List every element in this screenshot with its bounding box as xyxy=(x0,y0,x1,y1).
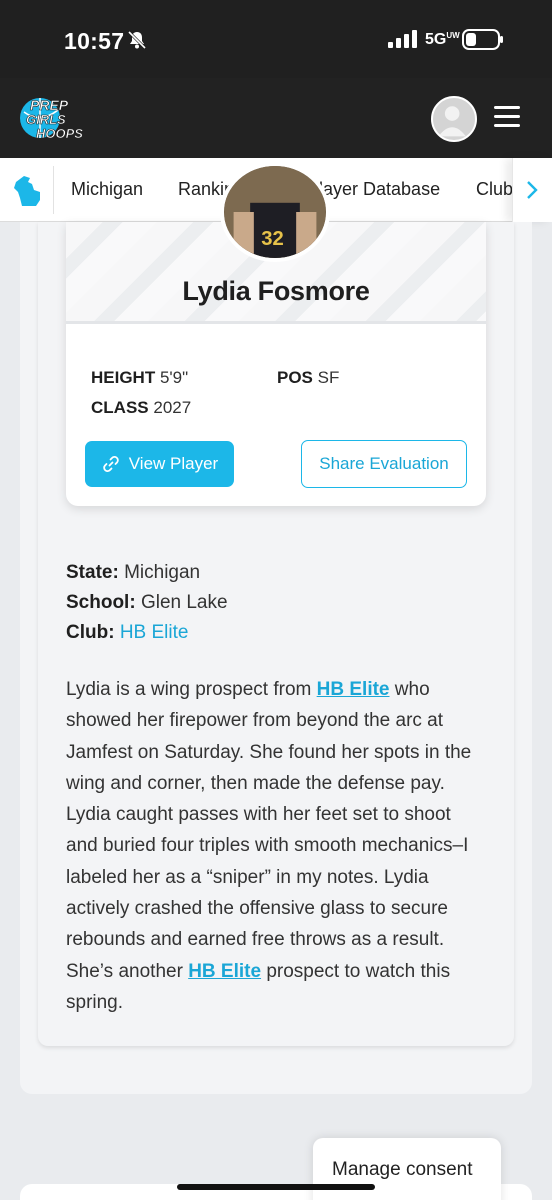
view-player-button[interactable]: View Player xyxy=(85,441,234,487)
svg-text:HOOPS: HOOPS xyxy=(36,126,83,141)
meta-state: State: Michigan xyxy=(66,562,200,584)
meta-state-label: State: xyxy=(66,562,119,583)
evaluation-text-part-2: who showed her firepower from beyond the… xyxy=(66,679,472,982)
meta-school: School: Glen Lake xyxy=(66,592,228,614)
nav-item-club[interactable]: Club xyxy=(476,179,513,200)
meta-club-label: Club: xyxy=(66,622,115,643)
chevron-right-icon xyxy=(527,181,538,199)
nav-scroll-right-button[interactable] xyxy=(512,158,552,222)
svg-text:PREP: PREP xyxy=(30,97,69,113)
meta-state-value: Michigan xyxy=(124,562,201,583)
home-indicator[interactable] xyxy=(177,1184,375,1190)
user-silhouette-icon xyxy=(438,106,466,137)
evaluation-text-part-1: Lydia is a wing prospect from xyxy=(66,679,317,700)
link-icon xyxy=(103,456,119,472)
player-photo-image: 32 xyxy=(224,166,326,258)
network-type: 5GUW xyxy=(425,31,460,48)
view-player-label: View Player xyxy=(128,454,219,473)
user-avatar-button[interactable] xyxy=(431,96,477,142)
meta-school-label: School: xyxy=(66,592,136,613)
hb-elite-link-2[interactable]: HB Elite xyxy=(188,961,261,982)
stat-pos-value: SF xyxy=(317,368,340,387)
player-photo: 32 xyxy=(220,162,330,262)
stat-height: HEIGHT 5'9" xyxy=(91,368,188,388)
evaluation-text: Lydia is a wing prospect from HB Elite w… xyxy=(66,674,486,1018)
status-bar: 10:57 5GUW xyxy=(0,0,552,78)
michigan-state-icon[interactable] xyxy=(12,172,44,208)
stat-position: POS SF xyxy=(277,368,339,388)
hb-elite-link-1[interactable]: HB Elite xyxy=(317,679,390,700)
status-time: 10:57 xyxy=(64,28,125,54)
stat-height-value: 5'9" xyxy=(159,368,189,387)
meta-school-value: Glen Lake xyxy=(140,592,228,613)
manage-consent-label: Manage consent xyxy=(332,1159,473,1180)
player-name: Lydia Fosmore xyxy=(182,276,370,306)
stat-pos-label: POS xyxy=(277,368,313,387)
player-card: 32 Lydia Fosmore HEIGHT 5'9" POS SF CLAS… xyxy=(66,162,486,506)
svg-text:GIRLS: GIRLS xyxy=(26,112,66,127)
battery-icon xyxy=(462,29,503,50)
stat-class-value: 2027 xyxy=(153,398,192,417)
player-card-header: 32 Lydia Fosmore xyxy=(66,162,486,324)
evaluation-panel: 32 Lydia Fosmore HEIGHT 5'9" POS SF CLAS… xyxy=(38,162,514,1046)
signal-icon xyxy=(388,30,417,48)
manage-consent-button[interactable]: Manage consent xyxy=(313,1138,501,1200)
svg-text:32: 32 xyxy=(261,228,284,250)
club-link[interactable]: HB Elite xyxy=(120,622,189,643)
share-evaluation-button[interactable]: Share Evaluation xyxy=(301,440,467,488)
nav-item-michigan[interactable]: Michigan xyxy=(71,179,143,200)
bell-muted-icon xyxy=(127,30,147,50)
hamburger-menu-button[interactable] xyxy=(494,106,520,128)
stat-class-label: CLASS xyxy=(91,398,149,417)
stat-height-label: HEIGHT xyxy=(91,368,156,387)
prep-girls-hoops-logo[interactable]: PREP GIRLS HOOPS xyxy=(18,94,98,142)
article-card: 32 Lydia Fosmore HEIGHT 5'9" POS SF CLAS… xyxy=(20,162,532,1094)
meta-club: Club: HB Elite xyxy=(66,622,188,644)
nav-divider xyxy=(53,166,54,214)
stat-class: CLASS 2027 xyxy=(91,398,191,418)
